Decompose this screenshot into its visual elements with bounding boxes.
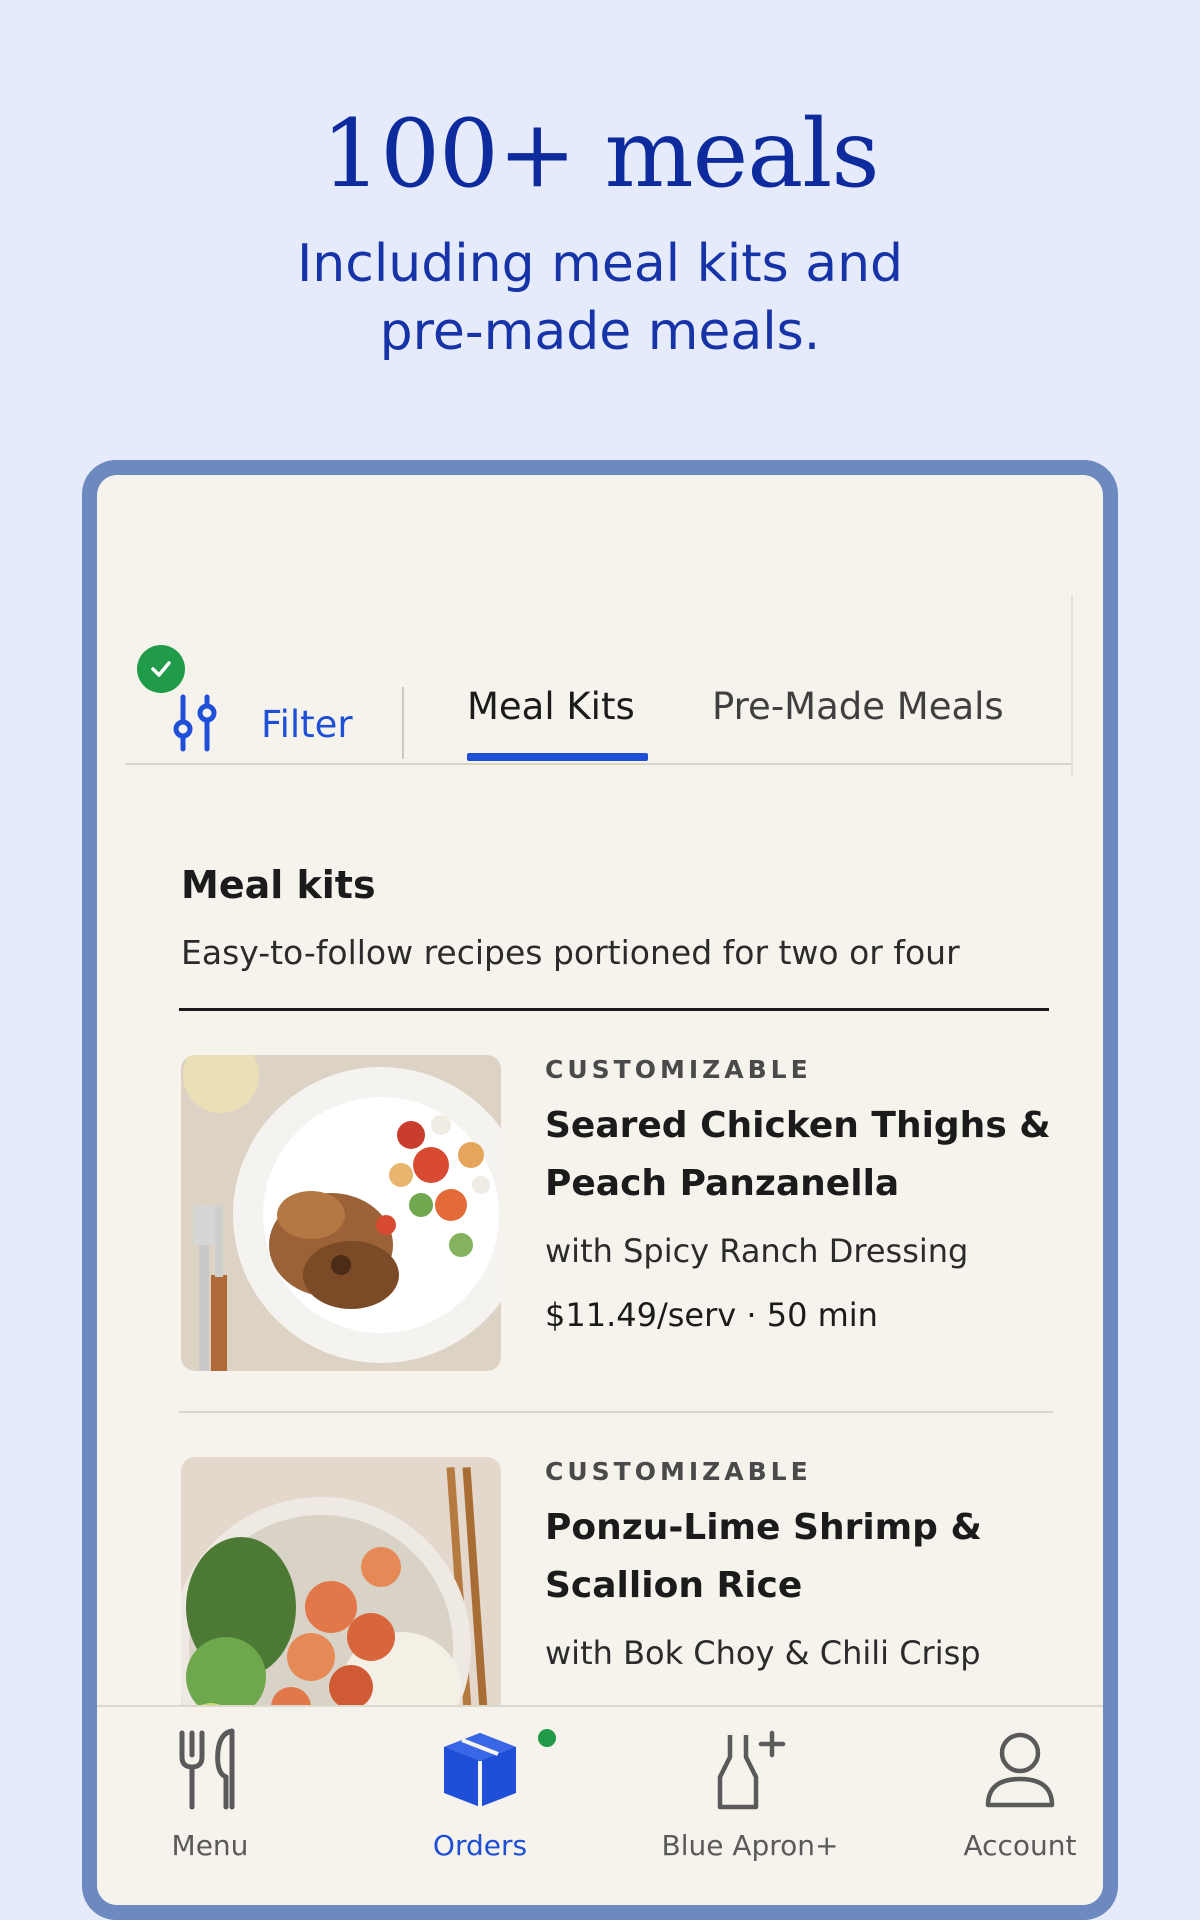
nav-item-blue-apron-plus[interactable]: Blue Apron+ [635, 1707, 865, 1905]
apron-plus-icon [717, 1730, 786, 1810]
card-divider [179, 1411, 1053, 1413]
nav-label-blue-apron-plus: Blue Apron+ [661, 1829, 839, 1862]
person-icon [985, 1732, 1055, 1808]
meal-tag: CUSTOMIZABLE [545, 1055, 812, 1084]
hero-subtitle: Including meal kits and pre-made meals. [0, 230, 1200, 366]
tab-pre-made-meals[interactable]: Pre-Made Meals [712, 685, 1004, 728]
filter-button[interactable]: Filter [137, 645, 357, 755]
hero-subtitle-line2: pre-made meals. [379, 302, 821, 362]
meal-subtitle: with Spicy Ranch Dressing [545, 1232, 969, 1270]
filter-label: Filter [261, 703, 353, 746]
app-screen: Filter Meal Kits Pre-Made Meals Meal kit… [97, 475, 1103, 1905]
nav-label-account: Account [963, 1829, 1077, 1862]
filter-applied-check-icon [137, 645, 185, 693]
nav-item-account[interactable]: Account [905, 1707, 1103, 1905]
fork-knife-icon [179, 1728, 235, 1810]
nav-item-orders[interactable]: Orders [365, 1707, 595, 1905]
tab-bar: Filter Meal Kits Pre-Made Meals [125, 595, 1073, 775]
box-icon [444, 1733, 516, 1807]
active-tab-indicator [467, 753, 648, 761]
hero-title: 100+ meals [321, 100, 879, 209]
nav-label-orders: Orders [432, 1829, 528, 1862]
meal-name-line2: Scallion Rice [545, 1565, 803, 1606]
hero-subtitle-line1: Including meal kits and [296, 234, 904, 294]
bottom-nav: Menu Orders Blue Apron+ Account [97, 1705, 1103, 1905]
meal-name[interactable]: Seared Chicken Thighs & Peach Panzanella [545, 1097, 1065, 1213]
meal-name-line2: Peach Panzanella [545, 1163, 900, 1204]
meal-price-time: $11.49/serv · 50 min [545, 1296, 878, 1334]
section-divider [179, 1008, 1049, 1011]
meal-subtitle: with Bok Choy & Chili Crisp [545, 1634, 981, 1672]
meal-name[interactable]: Ponzu-Lime Shrimp & Scallion Rice [545, 1499, 1065, 1615]
nav-item-menu[interactable]: Menu [97, 1707, 325, 1905]
sliders-icon [173, 694, 217, 752]
meal-image-chicken[interactable] [181, 1055, 501, 1371]
section-title: Meal kits [181, 863, 376, 907]
meal-name-line1: Seared Chicken Thighs & [545, 1105, 1051, 1146]
section-description: Easy-to-follow recipes portioned for two… [181, 933, 960, 972]
tab-divider [402, 687, 404, 759]
tab-bar-edge [1071, 595, 1073, 775]
nav-label-menu: Menu [171, 1829, 249, 1862]
meal-name-line1: Ponzu-Lime Shrimp & [545, 1507, 982, 1548]
orders-notification-dot [538, 1729, 556, 1747]
meal-tag: CUSTOMIZABLE [545, 1457, 812, 1486]
tab-meal-kits[interactable]: Meal Kits [467, 685, 635, 728]
